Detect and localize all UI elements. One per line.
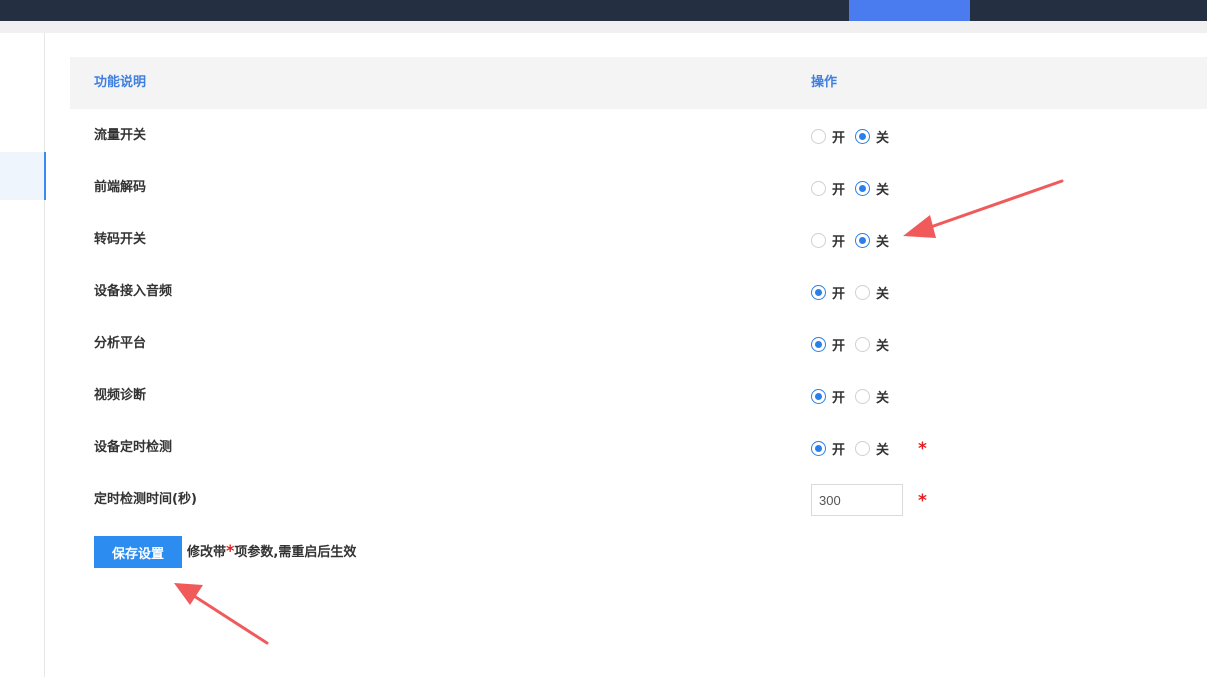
setting-row-device-audio: 设备接入音频 开 关 [70, 266, 1207, 318]
radio-on[interactable]: 开 [811, 387, 845, 406]
setting-label: 设备定时检测 [94, 440, 173, 455]
radio-group: 开 关 [811, 162, 899, 214]
radio-group: 开 关 [811, 318, 899, 370]
radio-off-label: 关 [876, 234, 890, 250]
radio-off-label: 关 [876, 338, 890, 354]
radio-on[interactable]: 开 [811, 231, 845, 250]
setting-label: 设备接入音频 [94, 284, 173, 299]
radio-off-label: 关 [876, 182, 890, 198]
radio-circle-selected[interactable] [855, 232, 871, 248]
radio-circle-selected[interactable] [811, 440, 826, 456]
top-nav-bar [0, 0, 1207, 21]
radio-on[interactable]: 开 [811, 335, 845, 354]
radio-circle-selected[interactable] [811, 336, 826, 352]
radio-on-label: 开 [832, 442, 846, 458]
radio-group: 开 关 [811, 370, 899, 422]
interval-input-wrap [811, 474, 903, 526]
radio-on[interactable]: 开 [811, 127, 845, 146]
radio-on[interactable]: 开 [811, 179, 845, 198]
radio-off[interactable]: 关 [855, 283, 889, 302]
radio-on-label: 开 [832, 234, 846, 250]
radio-off[interactable]: 关 [855, 231, 889, 250]
radio-circle-selected[interactable] [855, 128, 871, 144]
radio-circle[interactable] [811, 128, 826, 144]
setting-row-video-diagnosis: 视频诊断 开 关 [70, 370, 1207, 422]
required-asterisk: * [918, 491, 927, 511]
radio-off-label: 关 [876, 390, 890, 406]
setting-label: 视频诊断 [94, 388, 147, 403]
radio-off-label: 关 [876, 130, 890, 146]
setting-row-traffic: 流量开关 开 关 [70, 110, 1207, 162]
setting-label: 定时检测时间(秒) [94, 492, 197, 507]
setting-row-transcode: 转码开关 开 关 [70, 214, 1207, 266]
sidebar [0, 33, 46, 677]
radio-on[interactable]: 开 [811, 283, 845, 302]
radio-off[interactable]: 关 [855, 335, 889, 354]
radio-circle-selected[interactable] [855, 180, 871, 196]
radio-circle[interactable] [811, 232, 826, 248]
note-suffix: 项参数,需重启后生效 [234, 545, 357, 560]
radio-off[interactable]: 关 [855, 127, 889, 146]
radio-circle-selected[interactable] [811, 284, 826, 300]
radio-circle[interactable] [855, 388, 871, 404]
radio-on[interactable]: 开 [811, 439, 845, 458]
radio-off[interactable]: 关 [855, 179, 889, 198]
setting-row-check-interval: 定时检测时间(秒) * [70, 474, 1207, 526]
radio-off[interactable]: 关 [855, 439, 889, 458]
radio-on-label: 开 [832, 130, 846, 146]
radio-group: 开 关 [811, 422, 899, 474]
column-header-operation: 操作 [811, 75, 838, 90]
radio-group: 开 关 [811, 214, 899, 266]
radio-circle[interactable] [855, 336, 871, 352]
check-interval-input[interactable] [811, 484, 903, 516]
setting-label: 流量开关 [94, 128, 147, 143]
setting-row-analysis-platform: 分析平台 开 关 [70, 318, 1207, 370]
table-header: 功能说明 操作 [70, 57, 1207, 109]
radio-on-label: 开 [832, 182, 846, 198]
sidebar-active-item[interactable] [0, 152, 46, 200]
radio-circle-selected[interactable] [811, 388, 826, 404]
required-asterisk: * [918, 439, 927, 459]
radio-group: 开 关 [811, 110, 899, 162]
radio-off[interactable]: 关 [855, 387, 889, 406]
save-settings-button[interactable]: 保存设置 [94, 536, 182, 568]
radio-on-label: 开 [832, 286, 846, 302]
setting-label: 前端解码 [94, 180, 147, 195]
note-prefix: 修改带 [187, 545, 227, 560]
sub-header-strip [0, 21, 1207, 33]
setting-label: 分析平台 [94, 336, 147, 351]
restart-note: 修改带*项参数,需重启后生效 [187, 536, 356, 568]
annotation-arrow-save [174, 583, 269, 645]
radio-off-label: 关 [876, 442, 890, 458]
setting-row-frontend-decode: 前端解码 开 关 [70, 162, 1207, 214]
setting-row-device-timed-check: 设备定时检测 开 关 * [70, 422, 1207, 474]
radio-on-label: 开 [832, 390, 846, 406]
radio-on-label: 开 [832, 338, 846, 354]
radio-off-label: 关 [876, 286, 890, 302]
radio-circle[interactable] [811, 180, 826, 196]
top-nav-active-tab[interactable] [849, 0, 970, 21]
radio-circle[interactable] [855, 284, 871, 300]
radio-group: 开 关 [811, 266, 899, 318]
column-header-function: 功能说明 [94, 75, 147, 90]
radio-circle[interactable] [855, 440, 871, 456]
setting-label: 转码开关 [94, 232, 147, 247]
